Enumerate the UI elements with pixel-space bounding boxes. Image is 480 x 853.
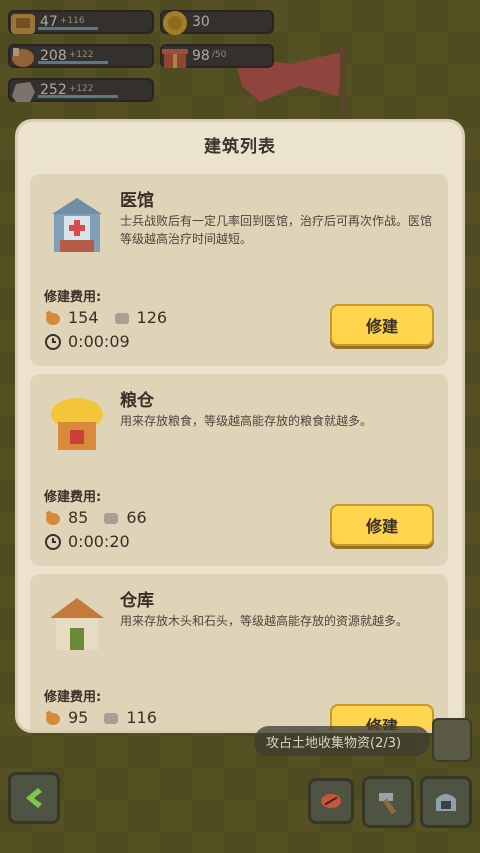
quest-text: 攻占土地收集物资(2/3) (266, 735, 402, 751)
food-button[interactable] (308, 778, 354, 824)
wood-cost: 95 (68, 708, 89, 727)
building-card-clinic: 医馆 士兵战败后有一定几率回到医馆，治疗后可再次作战。医馆等级越高治疗时间越短。… (30, 174, 448, 366)
wood-icon (46, 310, 60, 325)
building-desc: 用来存放木头和石头，等级越高能存放的资源就越多。 (120, 614, 409, 628)
clinic-building-icon (52, 198, 102, 252)
build-menu-button[interactable] (362, 776, 414, 828)
quest-tracker[interactable]: 攻占土地收集物资(2/3) (254, 726, 430, 756)
cost-row: 154 126 (44, 308, 181, 327)
building-card-granary: 粮仓 用来存放粮食，等级越高能存放的粮食就越多。 修建费用: 85 66 0:0… (30, 374, 448, 566)
wood-icon (46, 710, 60, 725)
back-arrow-icon (26, 788, 42, 808)
building-name: 仓库 (120, 591, 154, 611)
time-row: 0:00:09 (44, 332, 130, 351)
time-row: 0:00:20 (44, 532, 130, 551)
meat-icon (321, 794, 341, 808)
hammer-icon (379, 793, 397, 815)
wood-icon (46, 510, 60, 525)
cost-row: 95 116 (44, 708, 171, 727)
stone-cost: 116 (126, 708, 157, 727)
clock-icon (45, 533, 61, 550)
army-button[interactable] (420, 776, 472, 828)
building-desc: 用来存放粮食，等级越高能存放的粮食就越多。 (120, 414, 373, 428)
warehouse-building-icon (50, 598, 104, 650)
build-time: 0:00:20 (68, 532, 130, 551)
cost-label: 修建费用: (44, 690, 102, 705)
stone-icon (104, 712, 119, 724)
build-button-clinic[interactable]: 修建 (330, 304, 434, 346)
building-name: 医馆 (120, 191, 154, 211)
cost-label: 修建费用: (44, 290, 102, 305)
building-name: 粮仓 (120, 391, 154, 411)
build-button-granary[interactable]: 修建 (330, 504, 434, 546)
scroll-icon[interactable] (432, 718, 472, 762)
clock-icon (45, 333, 61, 350)
cost-label: 修建费用: (44, 490, 102, 505)
building-list-panel: 建筑列表 医馆 士兵战败后有一定几率回到医馆，治疗后可再次作战。医馆等级越高治疗… (18, 122, 462, 730)
stone-icon (104, 512, 119, 524)
stone-icon (114, 312, 129, 324)
wood-cost: 154 (68, 308, 99, 327)
stone-cost: 126 (136, 308, 168, 327)
panel-title: 建筑列表 (204, 137, 276, 157)
helmet-icon (436, 794, 456, 811)
granary-building-icon (51, 398, 103, 450)
back-button[interactable] (8, 772, 60, 824)
build-time: 0:00:09 (68, 332, 130, 351)
building-card-warehouse: 仓库 用来存放木头和石头，等级越高能存放的资源就越多。 修建费用: 95 116… (30, 574, 448, 730)
wood-cost: 85 (68, 508, 89, 527)
stone-cost: 66 (126, 508, 147, 527)
building-desc: 士兵战败后有一定几率回到医馆，治疗后可再次作战。医馆等级越高治疗时间越短。 (120, 214, 433, 246)
cost-row: 85 66 (44, 508, 161, 527)
